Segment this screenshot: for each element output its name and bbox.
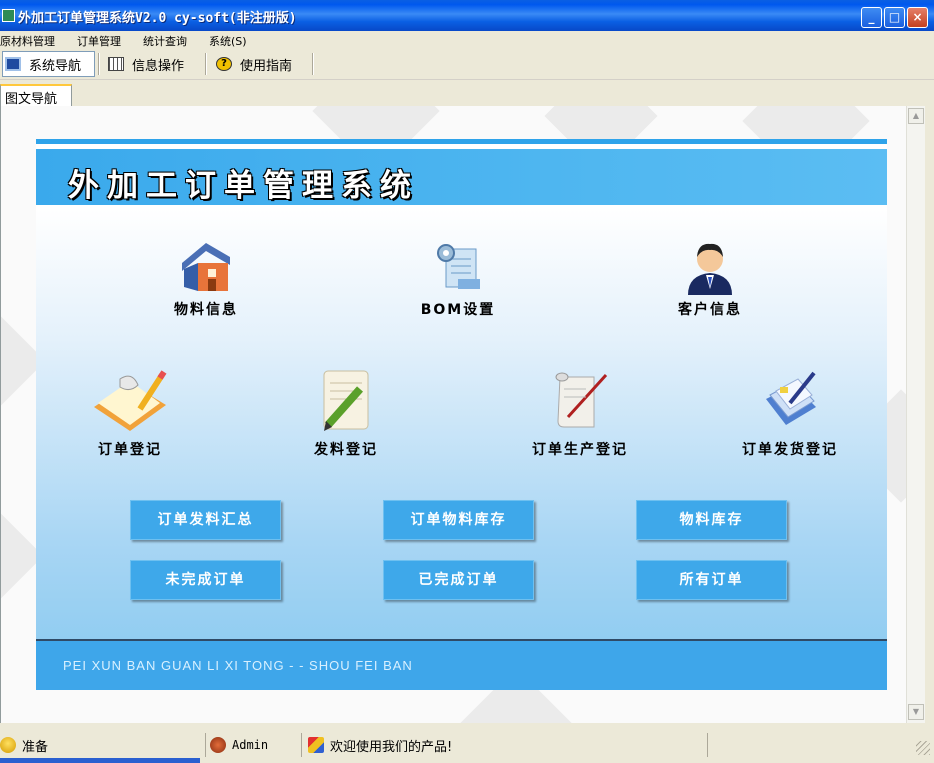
nav-production-register-label: 订单生产登记 (532, 442, 628, 458)
nav-material-info[interactable]: 物料信息 (156, 239, 256, 319)
navigation-panel: 外加工订单管理系统 物料信息 BOM设置 客户信息 订单登记 发料登记 订单生产… (36, 139, 887, 690)
title-bar[interactable]: 外加工订单管理系统V2.0 cy-soft(非注册版) _ □ × (0, 0, 934, 31)
frame-edge (925, 106, 934, 723)
material-stock-button[interactable]: 物料库存 (636, 500, 787, 540)
nav-bom-settings[interactable]: BOM设置 (408, 239, 508, 319)
vertical-scrollbar[interactable]: ▲ ▼ (906, 106, 925, 723)
toolbar: 系统导航 信息操作 ? 使用指南 (0, 49, 934, 80)
lightbulb-icon (0, 737, 16, 753)
completed-orders-button[interactable]: 已完成订单 (383, 560, 534, 600)
nav-order-register[interactable]: 订单登记 (80, 369, 180, 459)
nav-shipping-register[interactable]: 订单发货登记 (728, 369, 852, 459)
taskbar-edge (0, 758, 200, 763)
resize-grip[interactable] (916, 741, 930, 755)
status-ready-pane: 准备 (0, 733, 206, 757)
toolbar-separator (312, 53, 314, 75)
all-orders-button[interactable]: 所有订单 (636, 560, 787, 600)
product-icon (308, 737, 324, 753)
menu-bar: 原材料管理 订单管理 统计查询 系统(S) (0, 31, 934, 49)
scroll-quill-icon (555, 372, 608, 428)
nav-production-register[interactable]: 订单生产登记 (518, 369, 642, 459)
nav-customer-info[interactable]: 客户信息 (660, 239, 760, 319)
nav-order-register-label: 订单登记 (98, 442, 162, 458)
user-guide-button[interactable]: ? 使用指南 (216, 51, 292, 77)
incomplete-orders-button[interactable]: 未完成订单 (130, 560, 281, 600)
settings-document-icon (437, 244, 480, 289)
nav-material-info-label: 物料信息 (174, 302, 238, 318)
help-icon: ? (216, 57, 232, 71)
status-user-pane: Admin (210, 733, 302, 757)
panel-footer-text: PEI XUN BAN GUAN LI XI TONG - - SHOU FEI… (63, 658, 413, 673)
user-icon (210, 737, 226, 753)
minimize-button[interactable]: _ (861, 7, 882, 28)
system-nav-button[interactable]: 系统导航 (2, 51, 95, 77)
order-material-summary-button[interactable]: 订单发料汇总 (130, 500, 281, 540)
documents-pen-icon (766, 371, 816, 425)
status-message-text: 欢迎使用我们的产品! (330, 739, 453, 755)
monitor-icon (5, 57, 21, 71)
panel-title: 外加工订单管理系统 (68, 168, 419, 204)
status-message-pane: 欢迎使用我们的产品! (308, 733, 708, 757)
nav-material-issue-register[interactable]: 发料登记 (296, 369, 396, 459)
tab-strip: 图文导航 (0, 81, 934, 107)
menu-raw-material[interactable]: 原材料管理 (0, 33, 55, 49)
panel-header: 外加工订单管理系统 (36, 149, 887, 205)
user-guide-label: 使用指南 (240, 58, 293, 74)
status-user-text: Admin (232, 738, 269, 752)
menu-order[interactable]: 订单管理 (77, 33, 121, 49)
menu-system[interactable]: 系统(S) (209, 33, 247, 49)
customer-avatar-icon (688, 243, 732, 295)
maximize-button[interactable]: □ (884, 7, 905, 28)
panel-footer: PEI XUN BAN GUAN LI XI TONG - - SHOU FEI… (36, 641, 887, 690)
nav-bom-settings-label: BOM设置 (420, 302, 496, 318)
system-nav-label: 系统导航 (29, 58, 82, 74)
toolbar-separator (98, 53, 100, 75)
menu-statistics[interactable]: 统计查询 (143, 33, 187, 49)
status-ready-text: 准备 (22, 739, 49, 755)
notebook-pencil-icon (94, 370, 167, 431)
app-icon (2, 9, 15, 22)
tab-picture-nav[interactable]: 图文导航 (0, 84, 72, 107)
info-operation-button[interactable]: 信息操作 (108, 51, 184, 77)
nav-customer-info-label: 客户信息 (678, 302, 742, 318)
info-operation-label: 信息操作 (132, 58, 185, 74)
order-material-stock-button[interactable]: 订单物料库存 (383, 500, 534, 540)
nav-shipping-register-label: 订单发货登记 (742, 442, 838, 458)
house-folder-icon (182, 243, 230, 291)
panel-top-line (36, 139, 887, 144)
toolbar-separator (205, 53, 207, 75)
grid-icon (108, 57, 124, 71)
window-title: 外加工订单管理系统V2.0 cy-soft(非注册版) (18, 11, 297, 26)
scroll-down-arrow-icon[interactable]: ▼ (908, 704, 924, 720)
scroll-up-arrow-icon[interactable]: ▲ (908, 108, 924, 124)
close-button[interactable]: × (907, 7, 928, 28)
nav-material-issue-register-label: 发料登记 (314, 442, 378, 458)
paper-pencil-icon (323, 370, 369, 431)
